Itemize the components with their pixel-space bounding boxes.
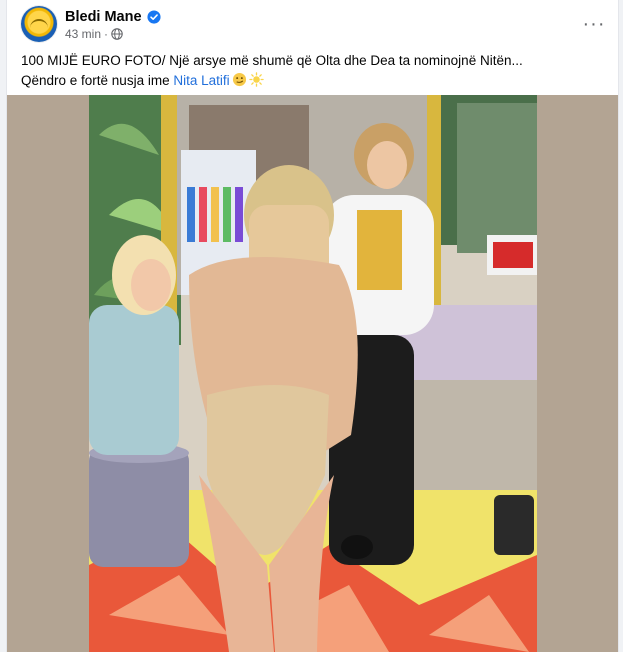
mention-link[interactable]: Nita Latifi bbox=[173, 73, 229, 88]
author-avatar[interactable] bbox=[21, 6, 57, 42]
globe-icon[interactable] bbox=[111, 28, 123, 40]
post-card: Bledi Mane 43 min · ··· 100 MIJË EURO FO… bbox=[6, 0, 619, 652]
photo-container bbox=[7, 95, 618, 652]
photo-scene bbox=[89, 95, 537, 652]
post-photo[interactable] bbox=[89, 95, 537, 652]
more-options-icon[interactable]: ··· bbox=[578, 8, 610, 40]
author-row: Bledi Mane bbox=[65, 8, 161, 26]
caption-line-2: Qëndro e fortë nusja ime Nita Latifi bbox=[21, 71, 606, 91]
avatar-logo-mark bbox=[30, 19, 48, 30]
more-options-label: ··· bbox=[582, 12, 606, 35]
caption-line-1: 100 MIJË EURO FOTO/ Një arsye më shumë q… bbox=[21, 53, 523, 68]
post-header: Bledi Mane 43 min · ··· bbox=[7, 0, 618, 50]
author-name[interactable]: Bledi Mane bbox=[65, 9, 142, 25]
caption-line-2-text: Qëndro e fortë nusja ime bbox=[21, 73, 174, 88]
verified-badge-icon bbox=[146, 10, 161, 24]
post-caption: 100 MIJË EURO FOTO/ Një arsye më shumë q… bbox=[21, 51, 606, 91]
post-meta: 43 min · bbox=[65, 27, 123, 41]
post-timestamp[interactable]: 43 min bbox=[65, 27, 101, 41]
sparkle-sun-emoji-icon bbox=[248, 72, 264, 87]
smirk-emoji-icon bbox=[232, 72, 246, 87]
meta-separator: · bbox=[104, 27, 109, 41]
